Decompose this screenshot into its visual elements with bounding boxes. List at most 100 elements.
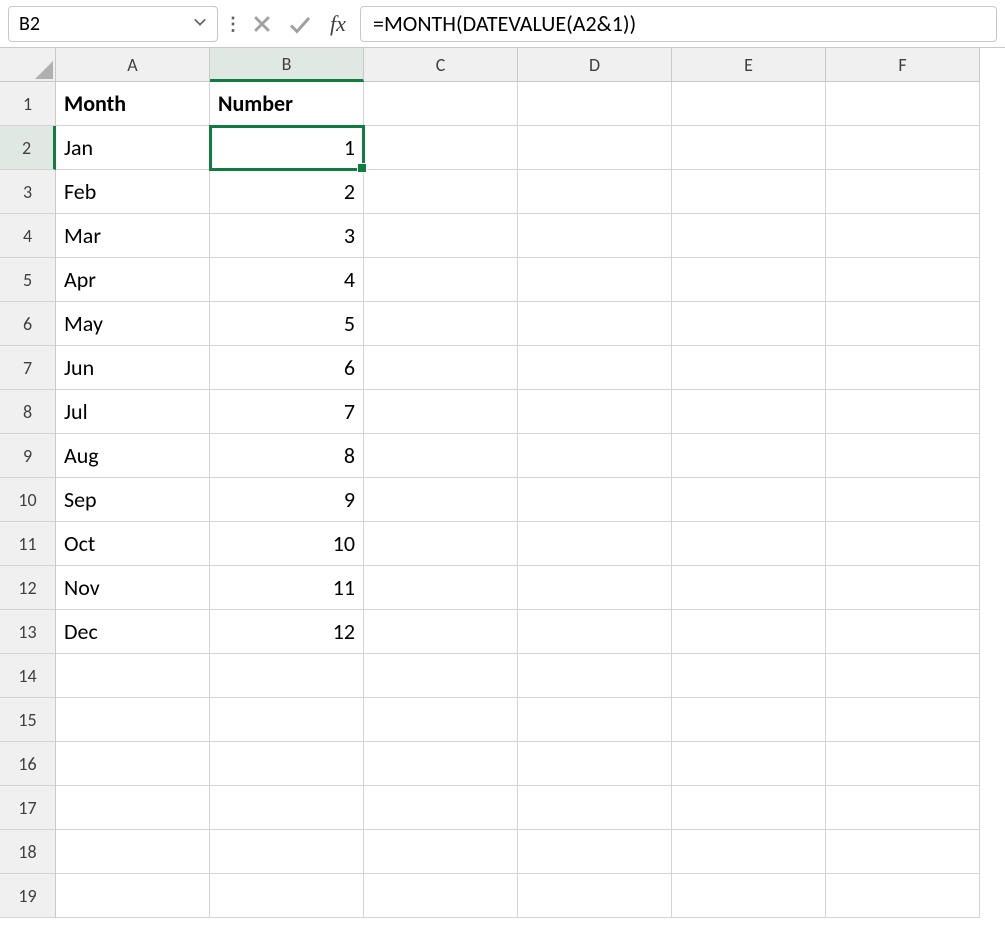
- cell-C15[interactable]: [364, 698, 518, 742]
- cell-F11[interactable]: [826, 522, 980, 566]
- cell-F14[interactable]: [826, 654, 980, 698]
- cell-C9[interactable]: [364, 434, 518, 478]
- cell-E15[interactable]: [672, 698, 826, 742]
- cell-E2[interactable]: [672, 126, 826, 170]
- cell-E4[interactable]: [672, 214, 826, 258]
- row-header-13[interactable]: 13: [0, 610, 56, 654]
- cell-F10[interactable]: [826, 478, 980, 522]
- cell-E10[interactable]: [672, 478, 826, 522]
- row-header-9[interactable]: 9: [0, 434, 56, 478]
- cancel-icon[interactable]: [246, 8, 278, 40]
- cell-A2[interactable]: Jan: [56, 126, 210, 170]
- row-header-19[interactable]: 19: [0, 874, 56, 918]
- cell-F17[interactable]: [826, 786, 980, 830]
- cell-E19[interactable]: [672, 874, 826, 918]
- cell-B18[interactable]: [210, 830, 364, 874]
- cell-A11[interactable]: Oct: [56, 522, 210, 566]
- row-header-7[interactable]: 7: [0, 346, 56, 390]
- cell-E5[interactable]: [672, 258, 826, 302]
- cell-A9[interactable]: Aug: [56, 434, 210, 478]
- cell-A1[interactable]: Month: [56, 82, 210, 126]
- row-header-4[interactable]: 4: [0, 214, 56, 258]
- cell-F15[interactable]: [826, 698, 980, 742]
- cell-B1[interactable]: Number: [210, 82, 364, 126]
- cell-E1[interactable]: [672, 82, 826, 126]
- cell-E18[interactable]: [672, 830, 826, 874]
- row-header-10[interactable]: 10: [0, 478, 56, 522]
- cell-C3[interactable]: [364, 170, 518, 214]
- cell-D13[interactable]: [518, 610, 672, 654]
- row-header-17[interactable]: 17: [0, 786, 56, 830]
- cell-A12[interactable]: Nov: [56, 566, 210, 610]
- name-box[interactable]: B2: [8, 6, 218, 42]
- row-header-18[interactable]: 18: [0, 830, 56, 874]
- column-header-E[interactable]: E: [672, 48, 826, 82]
- cell-E17[interactable]: [672, 786, 826, 830]
- cell-F13[interactable]: [826, 610, 980, 654]
- cell-B14[interactable]: [210, 654, 364, 698]
- column-header-B[interactable]: B: [210, 48, 364, 82]
- cell-A8[interactable]: Jul: [56, 390, 210, 434]
- cell-A3[interactable]: Feb: [56, 170, 210, 214]
- cell-D8[interactable]: [518, 390, 672, 434]
- cell-C2[interactable]: [364, 126, 518, 170]
- cell-B7[interactable]: 6: [210, 346, 364, 390]
- column-header-D[interactable]: D: [518, 48, 672, 82]
- cell-D5[interactable]: [518, 258, 672, 302]
- cell-B10[interactable]: 9: [210, 478, 364, 522]
- cell-D17[interactable]: [518, 786, 672, 830]
- cell-A14[interactable]: [56, 654, 210, 698]
- cell-F1[interactable]: [826, 82, 980, 126]
- cell-B2[interactable]: 1: [210, 126, 364, 170]
- cell-E8[interactable]: [672, 390, 826, 434]
- cell-C1[interactable]: [364, 82, 518, 126]
- cell-C13[interactable]: [364, 610, 518, 654]
- cell-A18[interactable]: [56, 830, 210, 874]
- cell-F8[interactable]: [826, 390, 980, 434]
- cell-D2[interactable]: [518, 126, 672, 170]
- cell-D12[interactable]: [518, 566, 672, 610]
- row-header-12[interactable]: 12: [0, 566, 56, 610]
- row-header-5[interactable]: 5: [0, 258, 56, 302]
- row-header-16[interactable]: 16: [0, 742, 56, 786]
- cell-E7[interactable]: [672, 346, 826, 390]
- cell-B11[interactable]: 10: [210, 522, 364, 566]
- cell-A5[interactable]: Apr: [56, 258, 210, 302]
- select-all-corner[interactable]: [0, 48, 56, 82]
- cell-A15[interactable]: [56, 698, 210, 742]
- cell-D9[interactable]: [518, 434, 672, 478]
- cell-B13[interactable]: 12: [210, 610, 364, 654]
- cell-D10[interactable]: [518, 478, 672, 522]
- cell-E13[interactable]: [672, 610, 826, 654]
- cell-B12[interactable]: 11: [210, 566, 364, 610]
- cell-F3[interactable]: [826, 170, 980, 214]
- cell-F6[interactable]: [826, 302, 980, 346]
- cell-E16[interactable]: [672, 742, 826, 786]
- cell-C5[interactable]: [364, 258, 518, 302]
- cell-D15[interactable]: [518, 698, 672, 742]
- cell-C7[interactable]: [364, 346, 518, 390]
- cell-B16[interactable]: [210, 742, 364, 786]
- cell-C17[interactable]: [364, 786, 518, 830]
- cell-B6[interactable]: 5: [210, 302, 364, 346]
- cell-C4[interactable]: [364, 214, 518, 258]
- column-header-A[interactable]: A: [56, 48, 210, 82]
- cell-E11[interactable]: [672, 522, 826, 566]
- cell-A6[interactable]: May: [56, 302, 210, 346]
- row-header-6[interactable]: 6: [0, 302, 56, 346]
- cell-D3[interactable]: [518, 170, 672, 214]
- cell-B3[interactable]: 2: [210, 170, 364, 214]
- column-header-F[interactable]: F: [826, 48, 980, 82]
- enter-icon[interactable]: [284, 8, 316, 40]
- cell-D16[interactable]: [518, 742, 672, 786]
- cell-D19[interactable]: [518, 874, 672, 918]
- cell-C10[interactable]: [364, 478, 518, 522]
- cell-F2[interactable]: [826, 126, 980, 170]
- cell-C14[interactable]: [364, 654, 518, 698]
- cell-A10[interactable]: Sep: [56, 478, 210, 522]
- cell-B9[interactable]: 8: [210, 434, 364, 478]
- cell-B15[interactable]: [210, 698, 364, 742]
- column-header-C[interactable]: C: [364, 48, 518, 82]
- cell-A13[interactable]: Dec: [56, 610, 210, 654]
- row-header-2[interactable]: 2: [0, 126, 56, 170]
